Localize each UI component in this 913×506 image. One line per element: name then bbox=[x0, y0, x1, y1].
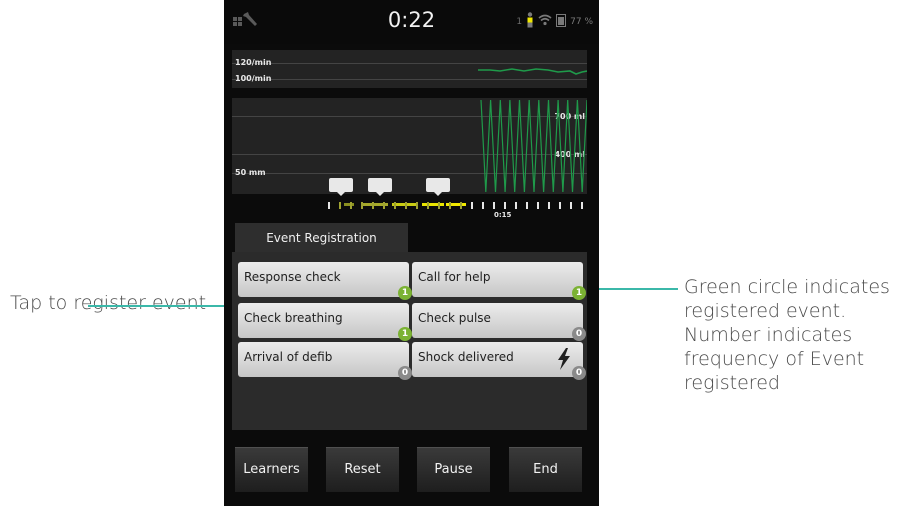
annotation-green-circle: Green circle indicates registered event.… bbox=[684, 276, 890, 394]
wifi-icon bbox=[538, 14, 552, 29]
event-timeline: 0:15 bbox=[232, 178, 587, 224]
timeline-tick bbox=[504, 202, 506, 209]
reset-button[interactable]: Reset bbox=[326, 447, 399, 492]
timeline-tick bbox=[350, 202, 352, 209]
timeline-tick bbox=[570, 202, 572, 209]
timeline-tick bbox=[383, 202, 385, 209]
person-icon bbox=[526, 12, 534, 31]
count-badge: 1 bbox=[398, 327, 412, 341]
event-label: Check breathing bbox=[244, 311, 343, 325]
event-marker bbox=[329, 178, 353, 196]
device-screen: 0:22 1 77 % 120/min 100/min 50 mm 700 ml… bbox=[224, 0, 599, 506]
event-label: Check pulse bbox=[418, 311, 491, 325]
rate-chart: 120/min 100/min bbox=[232, 50, 587, 88]
timeline-tick bbox=[581, 202, 583, 209]
timeline-tick bbox=[526, 202, 528, 209]
status-indicators: 1 77 % bbox=[516, 12, 593, 31]
timeline-tick bbox=[449, 202, 451, 209]
battery-icon bbox=[556, 13, 567, 30]
count-badge: 0 bbox=[398, 366, 412, 380]
tab-event-registration[interactable]: Event Registration bbox=[235, 223, 408, 253]
event-button-shock-delivered[interactable]: Shock delivered 0 bbox=[412, 342, 586, 380]
event-button-check-breathing[interactable]: Check breathing 1 bbox=[238, 303, 412, 341]
event-button-call-for-help[interactable]: Call for help 1 bbox=[412, 262, 586, 300]
timeline-segment bbox=[422, 203, 444, 206]
timeline-tick bbox=[548, 202, 550, 209]
callout-line-left bbox=[88, 305, 230, 307]
end-button[interactable]: End bbox=[509, 447, 582, 492]
event-marker bbox=[426, 178, 450, 196]
timeline-tick bbox=[559, 202, 561, 209]
count-badge: 0 bbox=[572, 327, 586, 341]
event-registration-panel: Response check 1 Call for help 1 Check b… bbox=[232, 252, 587, 430]
timeline-tick bbox=[515, 202, 517, 209]
event-button-arrival-of-defib[interactable]: Arrival of defib 0 bbox=[238, 342, 412, 380]
event-marker bbox=[368, 178, 392, 196]
battery-percentage: 77 % bbox=[570, 16, 593, 27]
pause-button[interactable]: Pause bbox=[417, 447, 490, 492]
timeline-tick bbox=[427, 202, 429, 209]
bottom-controls: Learners Reset Pause End bbox=[224, 433, 599, 506]
timeline-time-label: 0:15 bbox=[494, 211, 512, 219]
timeline-tick bbox=[339, 202, 341, 209]
event-label: Response check bbox=[244, 270, 341, 284]
event-label: Arrival of defib bbox=[244, 350, 333, 364]
count-badge: 1 bbox=[398, 286, 412, 300]
timeline-tick bbox=[471, 202, 473, 209]
count-badge: 0 bbox=[572, 366, 586, 380]
annotation-tap-to-register: Tap to register event bbox=[10, 292, 207, 314]
timeline-tick bbox=[361, 202, 363, 209]
timeline-tick bbox=[438, 202, 440, 209]
event-button-response-check[interactable]: Response check 1 bbox=[238, 262, 412, 300]
event-label: Shock delivered bbox=[418, 350, 514, 364]
timeline-tick bbox=[460, 202, 462, 209]
event-button-check-pulse[interactable]: Check pulse 0 bbox=[412, 303, 586, 341]
user-count: 1 bbox=[516, 16, 523, 27]
timeline-tick bbox=[537, 202, 539, 209]
timeline-segment bbox=[344, 203, 354, 206]
timeline-tick bbox=[405, 202, 407, 209]
learners-button[interactable]: Learners bbox=[235, 447, 308, 492]
timeline-tick bbox=[416, 202, 418, 209]
count-badge: 1 bbox=[572, 286, 586, 300]
timeline-tick bbox=[328, 202, 330, 209]
timeline-tick bbox=[372, 202, 374, 209]
lightning-bolt-icon bbox=[557, 348, 571, 373]
timeline-tick bbox=[493, 202, 495, 209]
event-label: Call for help bbox=[418, 270, 491, 284]
rate-trace bbox=[478, 68, 587, 75]
timeline-tick bbox=[482, 202, 484, 209]
status-bar: 0:22 1 77 % bbox=[224, 0, 599, 44]
timeline-tick bbox=[394, 202, 396, 209]
